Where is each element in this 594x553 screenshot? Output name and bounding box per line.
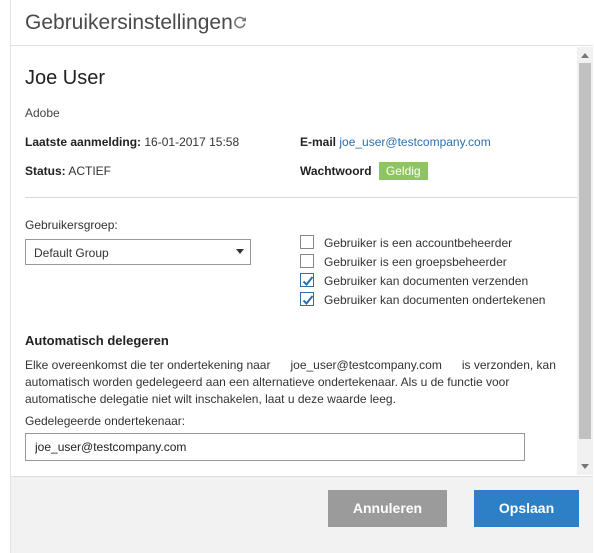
perm-label: Gebruiker kan documenten ondertekenen [324,293,546,307]
dialog-footer: Annuleren Opslaan [11,476,593,553]
last-login-label: Laatste aanmelding: [25,135,142,149]
auto-delegate-title: Automatisch delegeren [25,333,169,348]
refresh-icon[interactable] [233,15,247,29]
perm-label: Gebruiker is een groepsbeheerder [324,255,507,269]
dialog-content[interactable]: Joe User Adobe Laatste aanmelding: 16-01… [11,47,577,475]
last-login-row: Laatste aanmelding: 16-01-2017 15:58 [25,135,239,149]
user-group-selected: Default Group [34,246,109,260]
organization-name: Adobe [25,106,60,120]
status-row: Status: ACTIEF [25,164,111,178]
email-link[interactable]: joe_user@testcompany.com [339,135,490,149]
email-row: E-mail joe_user@testcompany.com [300,135,491,149]
password-status-badge: Geldig [378,162,428,180]
user-group-label: Gebruikersgroep: [25,218,118,232]
checkbox-group-admin[interactable] [300,254,314,268]
user-settings-dialog: Gebruikersinstellingen Joe User Adobe La… [10,0,593,553]
checkmark-icon [302,295,314,305]
delegated-signer-label: Gedelegeerde ondertekenaar: [25,414,186,428]
dropdown-arrow-icon [236,249,244,254]
cancel-button[interactable]: Annuleren [328,490,447,527]
delegated-signer-input[interactable] [25,433,525,461]
scroll-thumb[interactable] [579,63,591,439]
status-label: Status: [25,164,66,178]
checkbox-account-admin[interactable] [300,235,314,249]
password-row: Wachtwoord Geldig [300,162,428,180]
checkbox-can-sign[interactable] [300,292,314,306]
user-name: Joe User [25,67,106,89]
auto-delegate-text-before: Elke overeenkomst die ter ondertekening … [25,358,271,372]
scroll-up-icon[interactable] [581,53,589,58]
email-label: E-mail [300,135,337,149]
perm-label: Gebruiker kan documenten verzenden [324,274,529,288]
checkmark-icon [302,276,314,286]
checkbox-can-send[interactable] [300,273,314,287]
perm-label: Gebruiker is een accountbeheerder [324,236,513,250]
status-value: ACTIEF [68,164,112,178]
last-login-value: 16-01-2017 15:58 [144,135,240,149]
scroll-down-icon[interactable] [581,464,589,469]
auto-delegate-description: Elke overeenkomst die ter ondertekening … [25,357,557,408]
user-group-select[interactable]: Default Group [25,239,251,265]
save-button[interactable]: Opslaan [474,490,579,527]
section-divider [25,197,577,198]
dialog-header: Gebruikersinstellingen [11,0,593,46]
auto-delegate-email: joe_user@testcompany.com [290,358,442,372]
password-label: Wachtwoord [300,164,372,178]
dialog-title: Gebruikersinstellingen [25,11,233,34]
content-scrollbar[interactable] [577,47,593,475]
